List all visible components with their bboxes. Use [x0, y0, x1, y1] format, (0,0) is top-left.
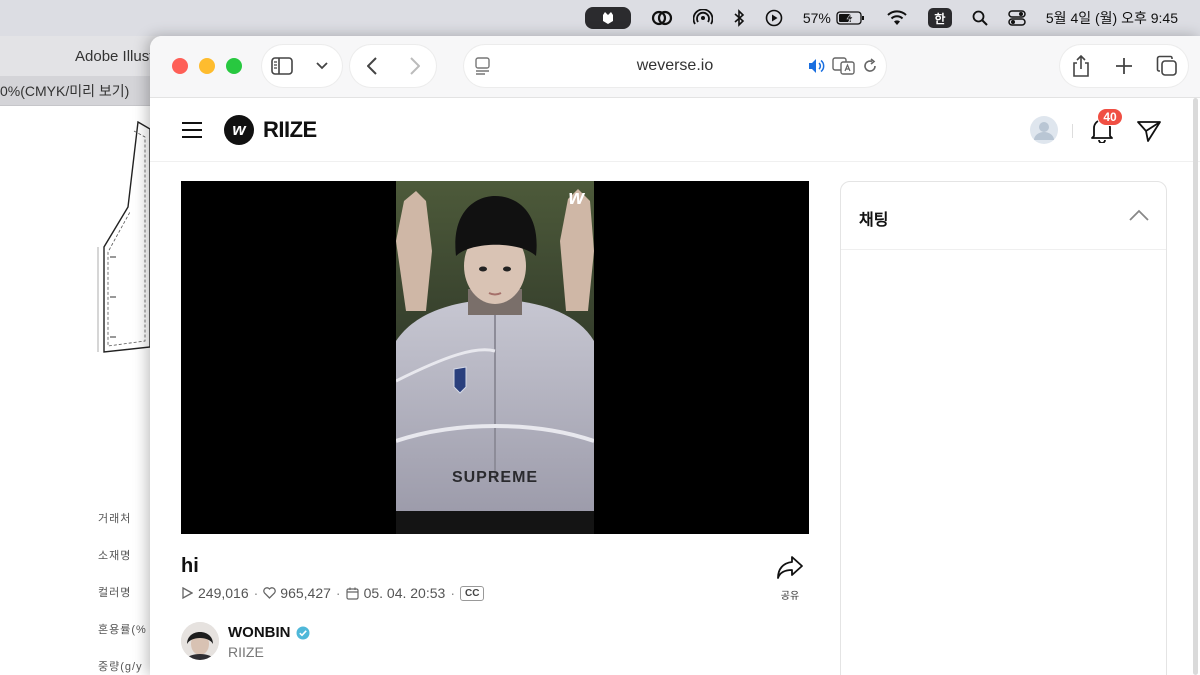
view-count: 249,016	[198, 585, 249, 601]
back-chevron-icon[interactable]	[354, 48, 390, 84]
chat-header: 채팅	[841, 182, 1166, 250]
airdrop-icon[interactable]	[692, 9, 713, 27]
illustrator-label: 혼용률(%	[98, 624, 147, 636]
battery-icon	[836, 11, 864, 25]
direct-message-send-icon[interactable]	[1136, 119, 1162, 143]
community-name[interactable]: RIIZE	[263, 117, 317, 143]
navigation-controls	[350, 45, 436, 87]
input-method-indicator[interactable]: 한	[927, 8, 952, 28]
heart-icon	[263, 587, 277, 599]
chat-title: 채팅	[859, 212, 889, 229]
illustrator-document-tab[interactable]: 0%(CMYK/미리 보기)	[0, 76, 170, 106]
address-bar[interactable]: weverse.io	[464, 45, 886, 87]
hamburger-menu-icon[interactable]	[181, 121, 203, 139]
forward-chevron-icon[interactable]	[397, 48, 433, 84]
like-count: 965,427	[280, 585, 331, 601]
reload-icon[interactable]	[862, 58, 878, 74]
share-icon[interactable]	[1063, 48, 1099, 84]
battery-status[interactable]: 57%	[803, 10, 866, 26]
artist-avatar[interactable]	[181, 622, 219, 660]
tab-group-chevron-down-icon[interactable]	[304, 48, 340, 84]
browser-window: weverse.io w RIIZE 40 SUPREME w hi 공유 24…	[150, 36, 1200, 675]
verified-badge-icon	[296, 626, 309, 639]
chat-panel: 채팅	[840, 181, 1167, 675]
bluetooth-icon[interactable]	[733, 9, 745, 27]
pattern-drawing	[97, 120, 151, 353]
chevron-up-icon[interactable]	[1128, 206, 1150, 226]
weverse-header: w RIIZE 40	[150, 98, 1200, 162]
illustrator-window: Adobe Illustrator 0%(CMYK/미리 보기) 거래처 소재명…	[0, 36, 170, 675]
share-button[interactable]: 공유	[774, 554, 806, 602]
share-label: 공유	[780, 591, 800, 602]
share-arrow-icon	[777, 556, 803, 579]
post-title: hi	[181, 555, 199, 577]
new-tab-plus-icon[interactable]	[1106, 48, 1142, 84]
illustrator-artboard: 거래처 소재명 컬러명 혼용률(% 중량(g/y	[0, 107, 170, 675]
tab-overview-icon[interactable]	[1149, 48, 1185, 84]
minimize-window-button[interactable]	[199, 58, 215, 74]
calendar-icon	[345, 587, 359, 600]
close-window-button[interactable]	[172, 58, 188, 74]
illustrator-label: 소재명	[98, 550, 132, 562]
live-video-frame: SUPREME w	[396, 181, 594, 534]
sidebar-toggle-icon[interactable]	[264, 48, 300, 84]
control-center-icon[interactable]	[1008, 9, 1026, 27]
creative-cloud-icon[interactable]	[651, 9, 673, 27]
video-player[interactable]: SUPREME w	[181, 181, 809, 534]
play-count-icon	[182, 587, 193, 599]
illustrator-label: 거래처	[98, 513, 132, 525]
audio-playing-icon[interactable]	[808, 58, 826, 74]
illustrator-label: 중량(g/y	[98, 661, 143, 673]
header-divider	[1072, 124, 1073, 138]
notification-count-badge: 40	[1097, 108, 1123, 126]
zoom-window-button[interactable]	[226, 58, 242, 74]
artist-name-row[interactable]: WONBIN	[228, 624, 310, 641]
wifi-icon[interactable]	[886, 10, 908, 26]
page-scrollbar[interactable]	[1193, 98, 1198, 675]
battery-percent: 57%	[802, 10, 831, 26]
dog-app-icon[interactable]	[584, 7, 631, 29]
translate-icon[interactable]	[832, 57, 856, 75]
profile-avatar-icon[interactable]	[1029, 115, 1059, 145]
spotlight-search-icon[interactable]	[972, 10, 988, 26]
artist-name: WONBIN	[228, 624, 291, 641]
artist-group: RIIZE	[228, 644, 264, 660]
illustrator-label: 컬러명	[98, 587, 132, 599]
now-playing-icon[interactable]	[765, 9, 783, 27]
weverse-logo-icon[interactable]: w	[224, 115, 254, 145]
post-meta: 249,016 · 965,427 · 05. 04. 20:53 · CC	[181, 585, 485, 601]
svg-text:SUPREME: SUPREME	[452, 469, 538, 486]
weverse-watermark-icon: w	[568, 187, 584, 209]
sidebar-controls	[262, 45, 342, 87]
menu-bar: 57% 한 5월 4일 (월) 오후 9:45	[0, 0, 1200, 36]
illustrator-titlebar: Adobe Illustrator	[0, 36, 170, 76]
post-date: 05. 04. 20:53	[363, 585, 446, 601]
window-actions	[1060, 45, 1188, 87]
menubar-clock[interactable]: 5월 4일 (월) 오후 9:45	[1046, 8, 1178, 28]
browser-toolbar: weverse.io	[150, 36, 1200, 98]
closed-captions-badge[interactable]: CC	[459, 585, 485, 601]
